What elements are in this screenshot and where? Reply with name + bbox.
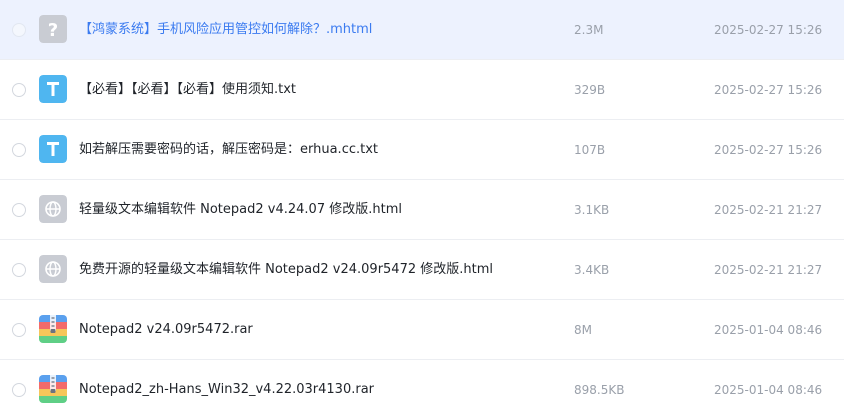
file-row[interactable]: Notepad2_zh-Hans_Win32_v4.22.03r4130.rar…	[0, 360, 844, 403]
file-date: 2025-02-27 15:26	[714, 23, 823, 37]
file-date: 2025-02-21 21:27	[714, 203, 823, 217]
row-checkbox[interactable]	[12, 83, 26, 97]
file-size: 329B	[574, 83, 606, 97]
file-name[interactable]: Notepad2 v24.09r5472.rar	[79, 300, 253, 360]
file-list: ? 【鸿蒙系统】手机风险应用管控如何解除？.mhtml 2.3M 2025-02…	[0, 0, 844, 403]
file-name[interactable]: 如若解压需要密码的话，解压密码是：erhua.cc.txt	[79, 120, 378, 180]
file-name[interactable]: 【必看】【必看】【必看】使用须知.txt	[79, 60, 296, 120]
row-checkbox[interactable]	[12, 383, 26, 397]
file-size: 3.1KB	[574, 203, 610, 217]
file-size: 898.5KB	[574, 383, 625, 397]
row-checkbox[interactable]	[12, 143, 26, 157]
row-checkbox[interactable]	[12, 23, 26, 37]
file-row[interactable]: Notepad2 v24.09r5472.rar 8M 2025-01-04 0…	[0, 300, 844, 360]
text-file-icon	[39, 135, 67, 163]
archive-file-icon	[39, 375, 67, 403]
file-date: 2025-01-04 08:46	[714, 383, 823, 397]
file-date: 2025-02-21 21:27	[714, 263, 823, 277]
file-row[interactable]: 【必看】【必看】【必看】使用须知.txt 329B 2025-02-27 15:…	[0, 60, 844, 120]
file-date: 2025-01-04 08:46	[714, 323, 823, 337]
file-date: 2025-02-27 15:26	[714, 83, 823, 97]
file-size: 107B	[574, 143, 606, 157]
file-row[interactable]: 如若解压需要密码的话，解压密码是：erhua.cc.txt 107B 2025-…	[0, 120, 844, 180]
file-row[interactable]: 轻量级文本编辑软件 Notepad2 v4.24.07 修改版.html 3.1…	[0, 180, 844, 240]
row-checkbox[interactable]	[12, 203, 26, 217]
file-name[interactable]: Notepad2_zh-Hans_Win32_v4.22.03r4130.rar	[79, 360, 374, 403]
file-date: 2025-02-27 15:26	[714, 143, 823, 157]
file-row[interactable]: ? 【鸿蒙系统】手机风险应用管控如何解除？.mhtml 2.3M 2025-02…	[0, 0, 844, 60]
svg-text:?: ?	[48, 20, 58, 41]
row-checkbox[interactable]	[12, 323, 26, 337]
unknown-file-icon: ?	[39, 15, 67, 43]
row-checkbox[interactable]	[12, 263, 26, 277]
file-name[interactable]: 免费开源的轻量级文本编辑软件 Notepad2 v24.09r5472 修改版.…	[79, 240, 493, 300]
file-row[interactable]: 免费开源的轻量级文本编辑软件 Notepad2 v24.09r5472 修改版.…	[0, 240, 844, 300]
file-size: 8M	[574, 323, 592, 337]
file-name[interactable]: 轻量级文本编辑软件 Notepad2 v4.24.07 修改版.html	[79, 180, 402, 240]
text-file-icon	[39, 75, 67, 103]
file-size: 2.3M	[574, 23, 604, 37]
archive-file-icon	[39, 315, 67, 343]
web-file-icon	[39, 255, 67, 283]
file-name[interactable]: 【鸿蒙系统】手机风险应用管控如何解除？.mhtml	[79, 0, 372, 60]
file-size: 3.4KB	[574, 263, 610, 277]
web-file-icon	[39, 195, 67, 223]
